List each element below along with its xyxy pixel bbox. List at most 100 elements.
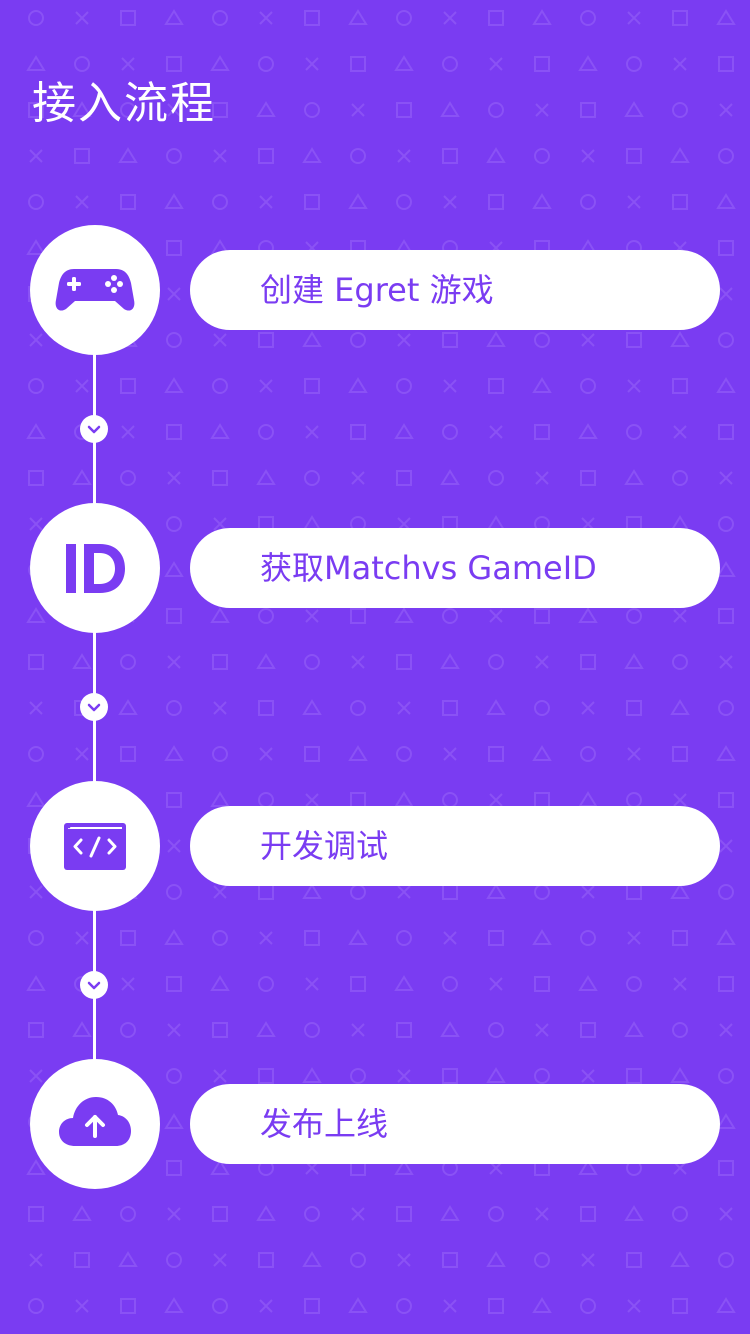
pattern-shape — [259, 747, 273, 761]
pattern-shape — [396, 10, 412, 26]
pattern-shape — [350, 608, 366, 624]
pattern-shape — [213, 885, 227, 899]
pattern-shape — [672, 194, 688, 210]
pattern-shape — [28, 1298, 44, 1314]
pattern-shape — [259, 195, 273, 209]
pattern-shape — [28, 654, 44, 670]
pattern-shape — [167, 1207, 181, 1221]
pattern-shape — [348, 745, 368, 761]
pattern-shape — [442, 700, 458, 716]
pattern-shape — [74, 1252, 90, 1268]
pattern-shape — [351, 655, 365, 669]
pattern-shape — [120, 10, 136, 26]
pattern-shape — [121, 57, 135, 71]
pattern-shape — [719, 839, 733, 853]
step-4-icon-badge — [30, 1059, 160, 1189]
pattern-shape — [580, 1298, 596, 1314]
pattern-shape — [534, 884, 550, 900]
pattern-shape — [442, 976, 458, 992]
pattern-shape — [305, 57, 319, 71]
pattern-shape — [305, 793, 319, 807]
pattern-shape — [627, 379, 641, 393]
pattern-shape — [626, 884, 642, 900]
pattern-shape — [396, 470, 412, 486]
pattern-shape — [302, 331, 322, 347]
pattern-shape — [75, 747, 89, 761]
step-1-card[interactable]: 创建 Egret 游戏 — [190, 250, 720, 330]
pattern-shape — [672, 654, 688, 670]
pattern-shape — [351, 471, 365, 485]
pattern-shape — [29, 1253, 43, 1267]
pattern-shape — [348, 377, 368, 393]
pattern-shape — [166, 792, 182, 808]
pattern-shape — [350, 1068, 366, 1084]
pattern-shape — [304, 930, 320, 946]
pattern-shape — [348, 929, 368, 945]
pattern-shape — [258, 608, 274, 624]
pattern-shape — [488, 1298, 504, 1314]
pattern-shape — [396, 378, 412, 394]
connector-chevron-2 — [80, 693, 108, 721]
pattern-shape — [26, 423, 46, 439]
pattern-shape — [670, 147, 690, 163]
pattern-shape — [488, 470, 504, 486]
pattern-shape — [626, 332, 642, 348]
pattern-shape — [212, 1298, 228, 1314]
pattern-shape — [719, 655, 733, 669]
pattern-shape — [305, 425, 319, 439]
pattern-shape — [580, 10, 596, 26]
step-4-card[interactable]: 发布上线 — [190, 1084, 720, 1164]
pattern-shape — [440, 1021, 460, 1037]
pattern-shape — [350, 424, 366, 440]
code-window-icon — [64, 823, 126, 870]
pattern-shape — [212, 1022, 228, 1038]
pattern-shape — [627, 11, 641, 25]
pattern-shape — [397, 701, 411, 715]
pattern-shape — [535, 103, 549, 117]
pattern-shape — [118, 1251, 138, 1267]
pattern-shape — [256, 469, 276, 485]
pattern-shape — [534, 56, 550, 72]
pattern-shape — [580, 378, 596, 394]
pattern-shape — [578, 55, 598, 71]
pattern-shape — [75, 11, 89, 25]
pattern-shape — [534, 700, 550, 716]
pattern-shape — [442, 56, 458, 72]
pattern-shape — [624, 1205, 644, 1221]
step-3-card[interactable]: 开发调试 — [190, 806, 720, 886]
pattern-shape — [302, 699, 322, 715]
pattern-shape — [718, 240, 734, 256]
pattern-shape — [627, 195, 641, 209]
pattern-shape — [581, 701, 595, 715]
pattern-shape — [673, 977, 687, 991]
pattern-shape — [718, 332, 734, 348]
pattern-shape — [672, 470, 688, 486]
pattern-shape — [670, 1251, 690, 1267]
pattern-shape — [672, 102, 688, 118]
connector-chevron-1 — [80, 415, 108, 443]
pattern-shape — [164, 1113, 184, 1129]
pattern-shape — [672, 1298, 688, 1314]
pattern-shape — [304, 470, 320, 486]
pattern-shape — [440, 653, 460, 669]
pattern-shape — [394, 55, 414, 71]
pattern-shape — [348, 9, 368, 25]
pattern-shape — [580, 930, 596, 946]
pattern-shape — [258, 424, 274, 440]
pattern-shape — [489, 609, 503, 623]
pattern-shape — [716, 193, 736, 209]
step-2-icon-badge — [30, 503, 160, 633]
pattern-shape — [719, 471, 733, 485]
pattern-shape — [673, 425, 687, 439]
step-2-label: 获取Matchvs GameID — [260, 549, 597, 587]
pattern-shape — [486, 1251, 506, 1267]
pattern-shape — [626, 1252, 642, 1268]
pattern-shape — [164, 193, 184, 209]
pattern-shape — [718, 1252, 734, 1268]
pattern-shape — [350, 700, 366, 716]
pattern-shape — [120, 1298, 136, 1314]
step-2-card[interactable]: 获取Matchvs GameID — [190, 528, 720, 608]
pattern-shape — [164, 561, 184, 577]
pattern-shape — [534, 608, 550, 624]
pattern-shape — [213, 1069, 227, 1083]
